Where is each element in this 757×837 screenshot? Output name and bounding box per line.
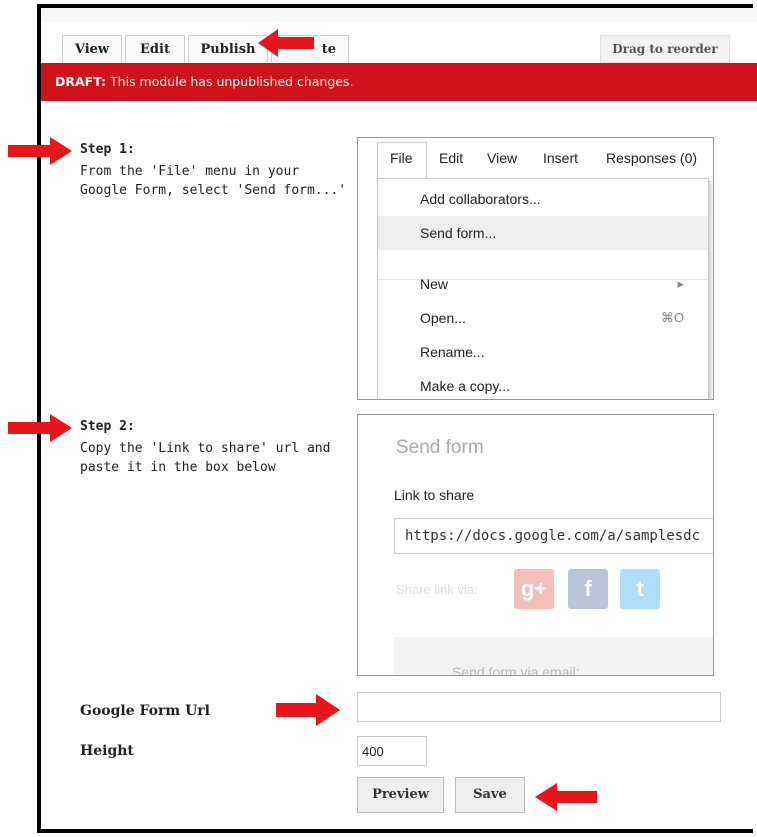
draft-prefix: DRAFT:	[55, 74, 107, 89]
drag-to-reorder-button[interactable]: Drag to reorder	[600, 35, 730, 63]
facebook-icon: f	[568, 569, 608, 609]
file-dropdown: Add collaborators... Send form... New ▸ O…	[377, 178, 709, 399]
step2-text: Copy the 'Link to share' url and paste i…	[80, 441, 331, 475]
google-form-url-input[interactable]	[357, 692, 721, 722]
menu-item-new: New ▸	[378, 267, 708, 301]
file-menu-screenshot: File Edit View Insert Responses (0) Add …	[357, 137, 714, 400]
google-plus-icon: g+	[514, 569, 554, 609]
menu-file: File	[390, 150, 413, 166]
google-form-url-label: Google Form Url	[80, 703, 210, 719]
link-to-share-label: Link to share	[394, 487, 475, 503]
menu-item-open: Open... ⌘O	[378, 301, 708, 335]
share-url-field: https://docs.google.com/a/samplesdc	[394, 518, 713, 554]
twitter-icon: t	[620, 569, 660, 609]
draft-message: This module has unpublished changes.	[106, 74, 354, 89]
send-form-title: Send form	[396, 437, 484, 458]
preview-button[interactable]: Preview	[357, 777, 444, 813]
share-via-label: Share link via:	[396, 582, 478, 597]
height-label: Height	[80, 743, 134, 759]
save-button[interactable]: Save	[455, 777, 525, 813]
height-input[interactable]	[357, 736, 427, 766]
arrow-right-icon	[8, 137, 72, 165]
arrow-right-icon	[8, 414, 72, 442]
menubar: File Edit View Insert Responses (0)	[358, 138, 713, 178]
shortcut-text: ⌘O	[660, 310, 684, 325]
arrow-left-icon	[258, 29, 314, 57]
menu-insert: Insert	[543, 150, 579, 166]
menu-item-make-copy: Make a copy...	[420, 378, 511, 394]
submenu-arrow-icon: ▸	[677, 276, 684, 291]
tab-publish[interactable]: Publish	[188, 35, 268, 63]
tab-edit[interactable]: Edit	[125, 35, 185, 63]
tab-view[interactable]: View	[62, 35, 122, 63]
send-form-screenshot: Send form Link to share https://docs.goo…	[357, 414, 714, 676]
step1-title: Step 1:	[80, 142, 135, 157]
menu-item-add-collaborators: Add collaborators...	[420, 191, 541, 207]
menu-view: View	[487, 150, 518, 166]
menu-item-send-form: Send form...	[378, 216, 708, 250]
send-via-email: Send form via email:	[394, 637, 713, 675]
arrow-right-icon	[276, 694, 340, 726]
menu-item-rename: Rename...	[420, 344, 485, 360]
step2-title: Step 2:	[80, 419, 135, 434]
draft-banner: DRAFT: This module has unpublished chang…	[41, 63, 757, 101]
menu-edit: Edit	[439, 150, 464, 166]
menu-responses: Responses (0)	[606, 150, 698, 166]
step1-text: From the 'File' menu in your Google Form…	[80, 164, 347, 198]
arrow-left-icon	[535, 783, 597, 811]
